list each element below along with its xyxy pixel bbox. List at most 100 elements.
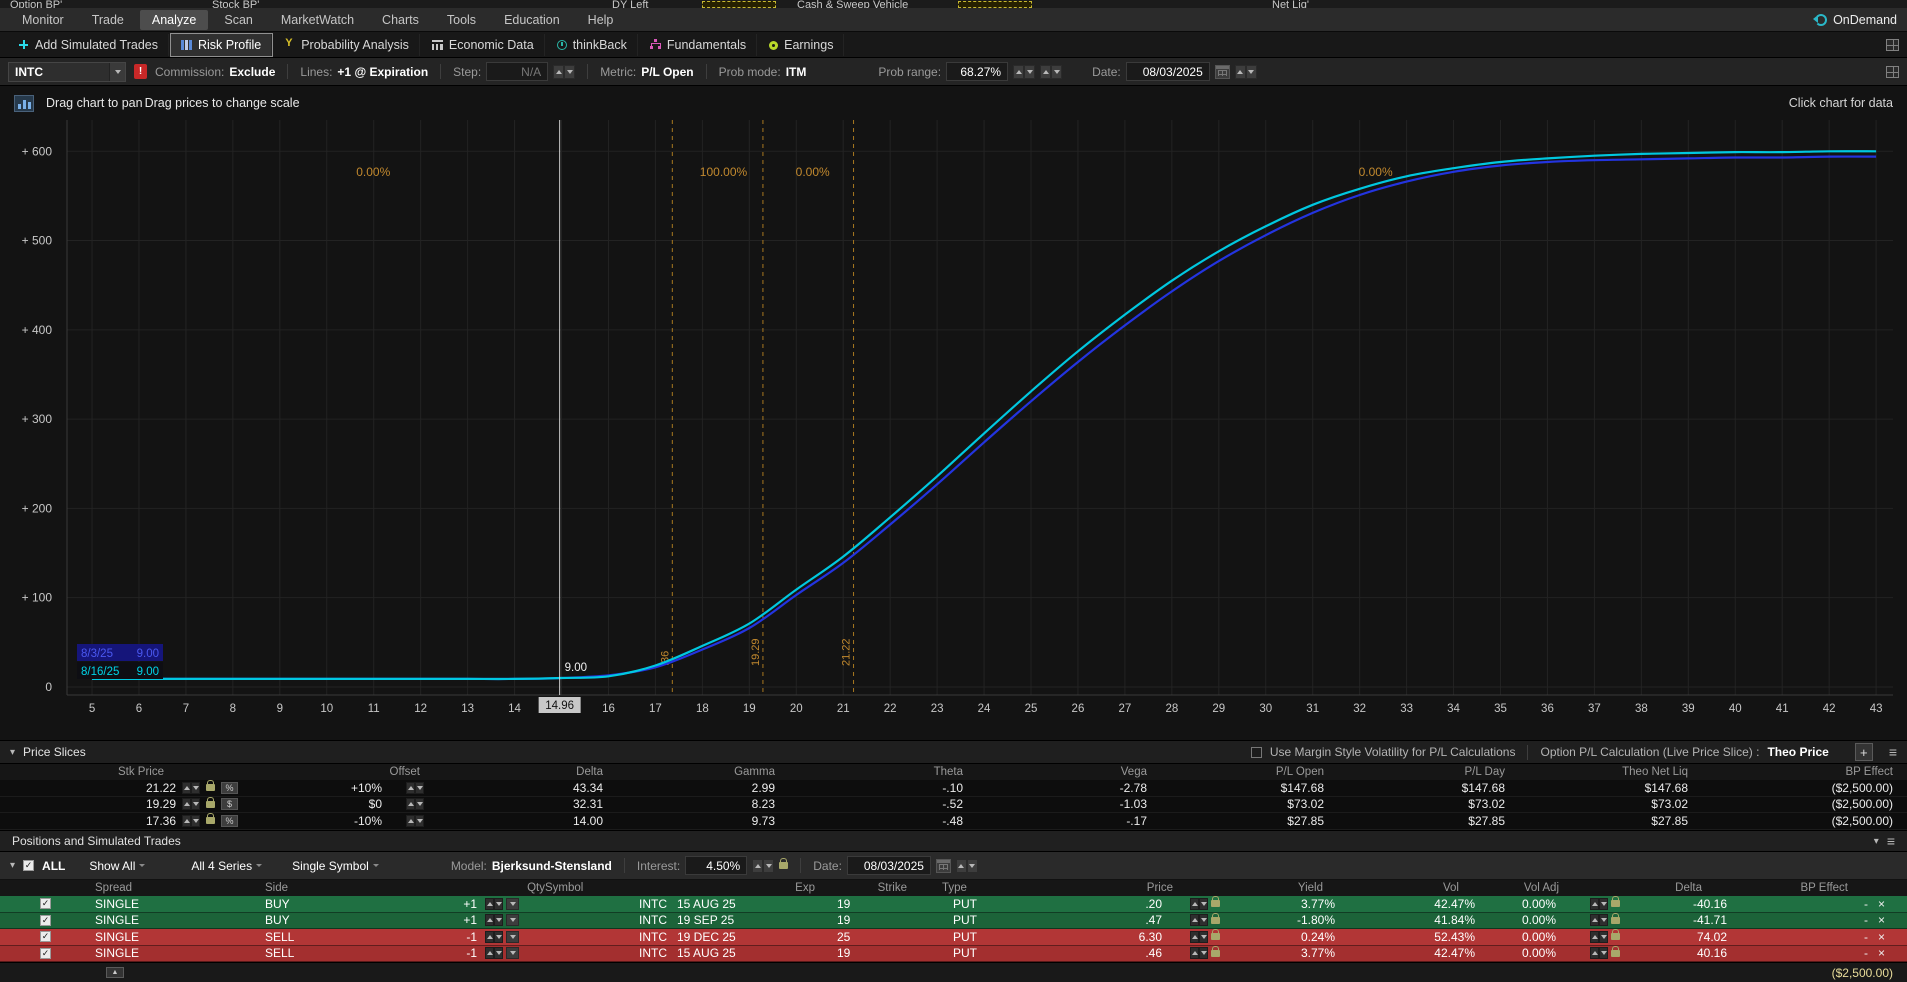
offset-mode-badge[interactable]: $ [221,798,238,810]
qty-cell[interactable]: -1 [430,930,485,944]
menu-scan[interactable]: Scan [212,10,265,30]
col-delta[interactable]: Delta [430,766,605,778]
date-input[interactable]: 08/03/2025 [1126,62,1210,81]
collapse-row-button[interactable]: - [1864,898,1868,910]
side-cell[interactable]: BUY [240,913,430,927]
price-slice-row[interactable]: 21.22%+10%43.342.99-.10-2.78$147.68$147.… [0,780,1907,797]
exp-cell[interactable]: 15 AUG 25 [675,897,835,911]
subtab-probability-analysis[interactable]: Probability Analysis [274,34,420,56]
vol-adj-cell[interactable]: 0.00% [1490,913,1590,927]
model-setting[interactable]: Model: Bjerksund-Stensland [451,859,612,873]
lines-setting[interactable]: Lines: +1 @ Expiration [300,65,428,79]
price-slices-menu-icon[interactable]: ≡ [1889,744,1897,760]
offset-stepper[interactable] [406,815,424,827]
menu-marketwatch[interactable]: MarketWatch [269,10,366,30]
vol-adj-cell[interactable]: 0.00% [1490,946,1590,960]
step-input[interactable]: N/A [486,62,548,81]
side-cell[interactable]: SELL [240,930,430,944]
prob-range-stepper[interactable] [1013,65,1035,79]
calc-mode-value[interactable]: Theo Price [1767,745,1828,759]
price-stepper[interactable] [1190,914,1208,926]
vol-adj-cell[interactable]: 0.00% [1490,897,1590,911]
position-row[interactable]: ✓SINGLEBUY+1INTC19 SEP 2519PUT.47-1.80%4… [0,913,1907,930]
col-bp-effect[interactable]: BP Effect [1770,882,1907,894]
col-p-l-open[interactable]: P/L Open [1149,766,1326,778]
vol-adj-lock-icon[interactable] [1611,950,1620,957]
col-price[interactable]: Price [1005,882,1190,894]
vol-adj-stepper[interactable] [1590,898,1608,910]
remove-row-button[interactable]: × [1878,898,1885,910]
offset-stepper[interactable] [406,798,424,810]
prob-range-input[interactable]: 68.27% [946,62,1008,81]
subtab-fundamentals[interactable]: Fundamentals [640,34,757,56]
price-cell[interactable]: 6.30 [1005,930,1190,944]
col-bp-effect[interactable]: BP Effect [1690,766,1907,778]
row-checkbox[interactable]: ✓ [40,915,51,926]
interest-input[interactable]: 4.50% [685,856,747,875]
row-checkbox[interactable]: ✓ [40,931,51,942]
col-type[interactable]: Type [915,882,1005,894]
collapse-row-button[interactable]: - [1864,931,1868,943]
risk-profile-chart[interactable]: 0+ 100+ 200+ 300+ 400+ 500+ 600567891011… [0,120,1907,740]
remove-row-button[interactable]: × [1878,914,1885,926]
subtab-risk-profile[interactable]: Risk Profile [171,34,272,56]
price-stepper[interactable] [1190,898,1208,910]
col-theo-net-liq[interactable]: Theo Net Liq [1507,766,1690,778]
price-lock-icon[interactable] [1211,900,1220,907]
menu-help[interactable]: Help [576,10,626,30]
price-lock-icon[interactable] [1211,950,1220,957]
side-cell[interactable]: SELL [240,946,430,960]
remove-row-button[interactable]: × [1878,947,1885,959]
vol-adj-cell[interactable]: 0.00% [1490,930,1590,944]
price-cell[interactable]: .46 [1005,946,1190,960]
qty-stepper[interactable] [485,947,503,959]
prob-mode-setting[interactable]: Prob mode: ITM [719,65,807,79]
positions-menu-icon[interactable]: ≡ [1887,833,1895,849]
type-cell[interactable]: PUT [915,930,1005,944]
calendar-icon[interactable] [936,859,951,873]
spread-cell[interactable]: SINGLE [70,930,240,944]
col-side[interactable]: Side [240,882,430,894]
metric-setting[interactable]: Metric: P/L Open [600,65,693,79]
subtab-earnings[interactable]: Earnings [759,34,844,56]
position-row[interactable]: ✓SINGLESELL-1INTC19 DEC 2525PUT6.300.24%… [0,929,1907,946]
col-exp[interactable]: Exp [675,882,835,894]
price-cell[interactable]: .47 [1005,913,1190,927]
remove-row-button[interactable]: × [1878,931,1885,943]
vol-adj-stepper[interactable] [1590,914,1608,926]
col-strike[interactable]: Strike [835,882,915,894]
price-stepper[interactable] [1190,947,1208,959]
menu-trade[interactable]: Trade [80,10,136,30]
collapse-row-button[interactable]: - [1864,914,1868,926]
qty-dropdown[interactable] [506,931,519,943]
menu-monitor[interactable]: Monitor [10,10,76,30]
vol-adj-lock-icon[interactable] [1611,900,1620,907]
offset-mode-badge[interactable]: % [221,782,238,794]
qty-stepper[interactable] [485,931,503,943]
vol-adj-lock-icon[interactable] [1611,933,1620,940]
chart-settings-icon[interactable] [14,95,34,112]
series-dropdown[interactable]: All 4 Series [191,859,262,873]
col-theta[interactable]: Theta [777,766,965,778]
side-cell[interactable]: BUY [240,897,430,911]
qty-dropdown[interactable] [506,947,519,959]
col-spread[interactable]: Spread [70,882,240,894]
calendar-icon[interactable] [1215,65,1230,79]
strike-cell[interactable]: 19 [835,946,915,960]
interest-stepper[interactable] [752,859,774,873]
vol-cell[interactable]: 52.43% [1355,930,1490,944]
margin-style-checkbox[interactable] [1251,747,1262,758]
exp-cell[interactable]: 19 DEC 25 [675,930,835,944]
position-row[interactable]: ✓SINGLESELL-1INTC15 AUG 2519PUT.463.77%4… [0,946,1907,963]
subtab-add-simulated-trades[interactable]: Add Simulated Trades [8,34,169,56]
slice-price-stepper[interactable] [182,782,200,794]
interest-lock-icon[interactable] [779,862,788,869]
spread-cell[interactable]: SINGLE [70,946,240,960]
slice-price-stepper[interactable] [182,798,200,810]
slice-lock-icon[interactable] [206,817,215,824]
show-all-dropdown[interactable]: Show All [89,859,145,873]
all-checkbox[interactable]: ✓ [23,860,34,871]
slice-price-stepper[interactable] [182,815,200,827]
date-stepper[interactable] [1235,65,1257,79]
expand-panel-button[interactable]: ▲ [106,967,124,978]
